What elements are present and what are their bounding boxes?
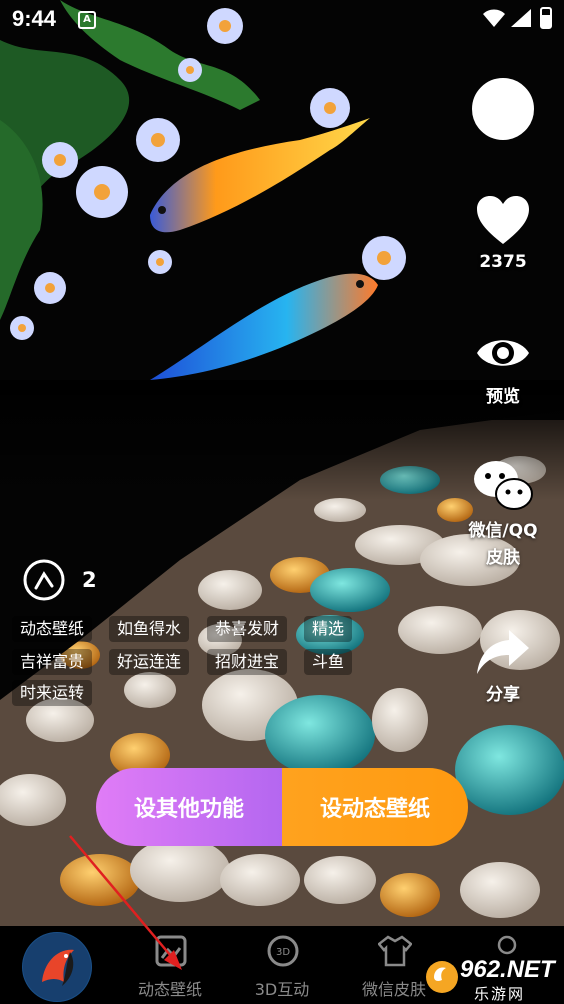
shirt-icon (378, 935, 412, 967)
tag-item[interactable]: 精选 (304, 616, 353, 642)
preview-button[interactable]: 预览 (448, 330, 558, 407)
action-buttons: 设其他功能 设动态壁纸 (96, 768, 468, 846)
preview-label: 预览 (486, 387, 520, 407)
status-bar: 9:44 A (0, 0, 564, 40)
like-count: 2375 (479, 252, 527, 272)
wifi-icon (483, 9, 505, 27)
eye-icon (477, 340, 529, 366)
tab-3d-interactive[interactable]: 3D 3D互动 (226, 926, 338, 1004)
notification-badge: A (78, 11, 96, 29)
share-icon (477, 630, 529, 674)
share-button[interactable]: 分享 (448, 628, 558, 705)
set-live-wallpaper-button[interactable]: 设动态壁纸 (282, 768, 468, 846)
tag-item[interactable]: 斗鱼 (304, 649, 353, 675)
tab-label: 3D互动 (254, 980, 310, 999)
tag-item[interactable]: 如鱼得水 (109, 616, 190, 642)
tag-item[interactable]: 时来运转 (12, 680, 93, 706)
watermark-text: 962.NET (460, 956, 555, 983)
koi-logo-icon (23, 933, 91, 1001)
3d-icon: 3D (267, 935, 299, 967)
share-label: 分享 (486, 685, 520, 705)
wallpaper-count: 2 (82, 568, 97, 592)
heart-icon (477, 196, 529, 244)
tag-item[interactable]: 招财进宝 (207, 649, 288, 675)
wallpaper-tab-icon (155, 935, 187, 967)
wallpaper-count-row: 2 (22, 558, 97, 602)
battery-icon (540, 7, 552, 29)
svg-text:3D: 3D (276, 947, 290, 958)
timer-icon (23, 559, 65, 601)
other-features-button[interactable]: 设其他功能 (96, 768, 282, 846)
watermark-subtext: 乐游网 (474, 985, 526, 1003)
tab-live-wallpaper[interactable]: 动态壁纸 (114, 926, 226, 1004)
status-time: 9:44 (12, 6, 57, 31)
tag-item[interactable]: 好运连连 (109, 649, 190, 675)
tab-label: 动态壁纸 (137, 980, 202, 999)
tag-item[interactable]: 动态壁纸 (12, 616, 93, 642)
wechat-icon (474, 461, 533, 510)
author-avatar[interactable] (472, 78, 534, 140)
skin-label-line1: 微信/QQ (468, 521, 538, 541)
signal-icon (511, 9, 531, 27)
home-logo-avatar[interactable] (22, 932, 92, 1002)
skin-label-line2: 皮肤 (486, 548, 520, 568)
tag-item[interactable]: 吉祥富贵 (12, 649, 93, 675)
wechat-skin-button[interactable]: 微信/QQ 皮肤 (448, 458, 558, 568)
tag-item[interactable]: 恭喜发财 (207, 616, 288, 642)
like-button[interactable]: 2375 (448, 194, 558, 272)
